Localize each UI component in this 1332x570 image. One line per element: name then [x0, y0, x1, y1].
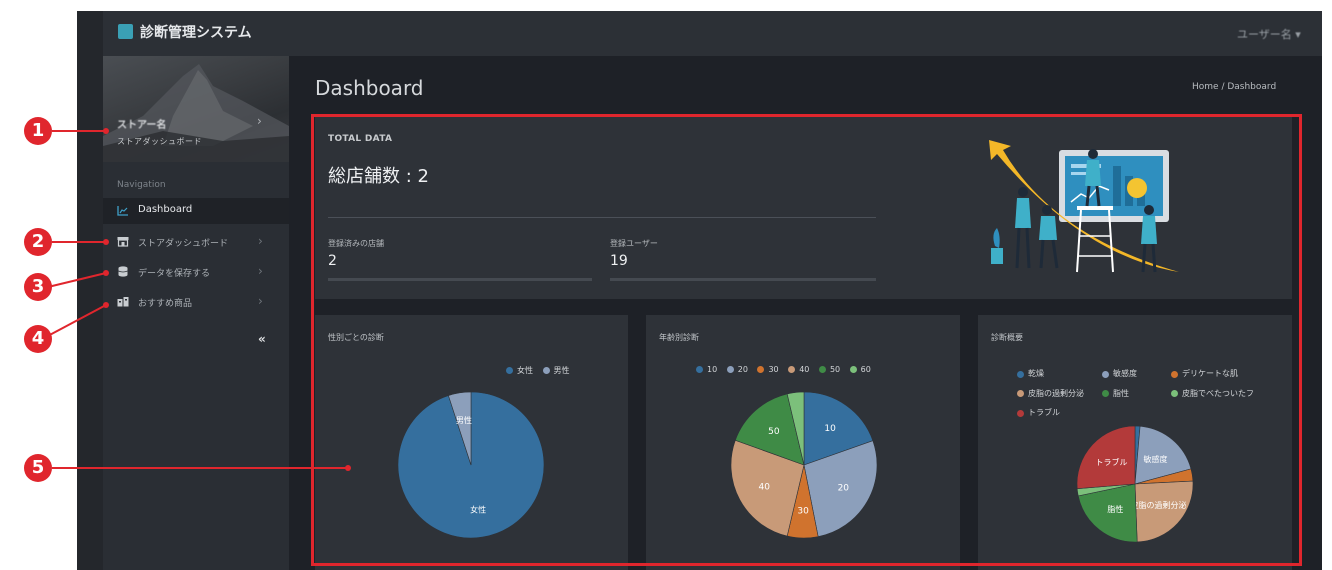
callout-badge-4: 4 [24, 325, 52, 353]
callout-badge-5: 5 [24, 454, 52, 482]
leader-dot-4 [103, 302, 109, 308]
leader-dot-2 [103, 239, 109, 245]
leader-dot-5 [345, 465, 351, 471]
callout-badge-2: 2 [24, 228, 52, 256]
leader-dot-3 [103, 270, 109, 276]
callout-badge-1: 1 [24, 117, 52, 145]
callout-badge-3: 3 [24, 273, 52, 301]
leader-line-3 [47, 272, 107, 288]
leader-dot-1 [103, 128, 109, 134]
stage: 診断管理システム ユーザー名 ▾ ストアー名 ストアダッシュボード › Navi… [0, 0, 1332, 570]
leader-line-4 [43, 304, 107, 339]
callout-leaders [43, 128, 351, 471]
